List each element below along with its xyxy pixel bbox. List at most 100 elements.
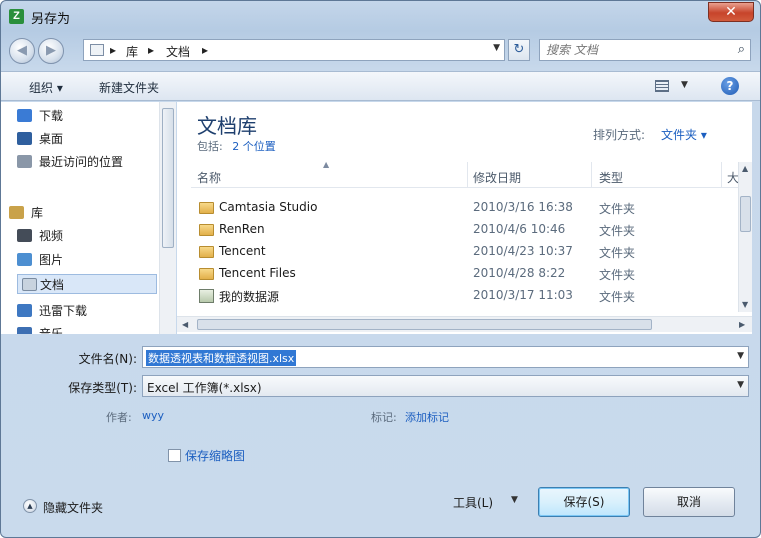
desktop-icon — [17, 132, 32, 145]
column-divider[interactable] — [467, 162, 468, 188]
music-icon — [17, 327, 32, 334]
file-date: 2010/4/28 8:22 — [473, 266, 566, 280]
file-type: 文件夹 — [599, 268, 636, 282]
sidebar-item-documents[interactable]: 文档 — [17, 274, 157, 294]
address-dropdown-icon[interactable]: ▼ — [493, 43, 500, 53]
file-list-horizontal-scrollbar[interactable]: ◀ ▶ — [177, 316, 752, 332]
sidebar-item-library[interactable]: 库 — [9, 203, 44, 223]
thunder-download-icon — [17, 304, 32, 317]
save-thumbnail-label[interactable]: 保存缩略图 — [185, 447, 245, 464]
sidebar-item-recent-places[interactable]: 最近访问的位置 — [17, 152, 124, 172]
file-name: 我的数据源 — [219, 290, 280, 304]
scroll-down-icon[interactable]: ▼ — [742, 300, 748, 309]
breadcrumb-arrow-icon[interactable]: ▸ — [110, 43, 116, 57]
file-date: 2010/4/23 10:37 — [473, 244, 573, 258]
save-thumbnail-checkbox[interactable] — [168, 449, 181, 462]
forward-button[interactable]: ▶ — [38, 38, 64, 64]
column-divider[interactable] — [591, 162, 592, 188]
column-divider[interactable] — [721, 162, 722, 188]
horizontal-scroll-thumb[interactable] — [197, 319, 652, 330]
organize-button[interactable]: 组织 ▾ — [29, 79, 63, 96]
folder-icon — [199, 246, 214, 258]
sidebar-item-thunder-download[interactable]: 迅雷下载 — [17, 301, 88, 321]
save-button[interactable]: 保存(S) — [538, 487, 630, 517]
collapse-arrow-icon[interactable]: ▲ — [23, 499, 37, 513]
table-row[interactable]: Camtasia Studio 2010/3/16 16:38 文件夹 — [191, 197, 731, 219]
close-button[interactable]: ✕ — [708, 2, 754, 22]
search-input[interactable] — [546, 42, 726, 58]
folder-icon — [199, 268, 214, 280]
help-icon[interactable]: ? — [721, 77, 739, 95]
table-row[interactable]: Tencent 2010/4/23 10:37 文件夹 — [191, 241, 731, 263]
sidebar-item-label: 库 — [31, 206, 44, 220]
view-options-icon[interactable] — [655, 80, 669, 92]
file-date: 2010/3/17 11:03 — [473, 288, 573, 302]
add-tags-link[interactable]: 添加标记 — [405, 409, 449, 425]
back-button[interactable]: ◀ — [9, 38, 35, 64]
refresh-button[interactable]: ↻ — [508, 39, 530, 61]
cancel-button[interactable]: 取消 — [643, 487, 735, 517]
breadcrumb-documents[interactable]: 文档 — [166, 43, 190, 60]
arrange-by-dropdown[interactable]: 文件夹 ▾ — [661, 126, 707, 143]
column-header-name[interactable]: 名称 — [197, 169, 221, 186]
author-value[interactable]: wyy — [142, 409, 164, 422]
folder-icon — [199, 224, 214, 236]
file-name: RenRen — [219, 222, 265, 236]
navigation-scrollbar[interactable] — [159, 102, 176, 334]
scroll-up-icon[interactable]: ▲ — [742, 164, 748, 173]
sidebar-item-label: 最近访问的位置 — [39, 155, 124, 169]
scroll-left-icon[interactable]: ◀ — [182, 320, 188, 329]
tools-dropdown-icon[interactable]: ▼ — [511, 495, 518, 505]
command-bar: 组织 ▾ 新建文件夹 ▼ ? — [1, 71, 760, 101]
library-title: 文档库 — [197, 114, 257, 138]
vertical-scroll-thumb[interactable] — [740, 196, 751, 232]
file-type: 文件夹 — [599, 224, 636, 238]
new-folder-button[interactable]: 新建文件夹 — [99, 79, 159, 96]
address-bar[interactable]: ▸ 库 ▸ 文档 ▸ ▼ — [83, 39, 505, 61]
sidebar-item-videos[interactable]: 视频 — [17, 226, 64, 246]
library-icon — [9, 206, 24, 219]
search-icon[interactable]: ⌕ — [738, 42, 745, 57]
tools-button[interactable]: 工具(L) — [453, 494, 493, 511]
sidebar-item-downloads[interactable]: 下载 — [17, 106, 63, 126]
column-header-type[interactable]: 类型 — [599, 169, 623, 186]
hide-folders-button[interactable]: 隐藏文件夹 — [43, 499, 103, 516]
sidebar-item-label: 视频 — [39, 229, 64, 243]
sidebar-item-label: 桌面 — [39, 132, 64, 146]
excel-app-icon: Z — [9, 9, 24, 24]
sidebar-item-desktop[interactable]: 桌面 — [17, 129, 64, 149]
library-includes: 包括: 2 个位置 — [197, 138, 276, 154]
sidebar-item-music[interactable]: 音乐 — [17, 324, 63, 334]
sort-ascending-icon: ▲ — [323, 160, 330, 169]
author-label: 作者: — [106, 411, 132, 424]
title-bar[interactable]: Z 另存为 ✕ — [1, 1, 760, 31]
filename-dropdown-icon[interactable]: ▼ — [737, 351, 744, 361]
locations-link[interactable]: 2 个位置 — [232, 140, 276, 153]
filename-value[interactable]: 数据透视表和数据透视图.xlsx — [146, 350, 297, 366]
library-breadcrumb-icon — [90, 44, 104, 56]
breadcrumb-arrow-icon[interactable]: ▸ — [148, 43, 154, 57]
save-type-value: Excel 工作簿(*.xlsx) — [147, 381, 262, 395]
search-box[interactable]: ⌕ — [539, 39, 751, 61]
filename-input[interactable]: 数据透视表和数据透视图.xlsx ▼ — [142, 346, 749, 368]
navigation-pane: 下载 桌面 最近访问的位置 库 视频 图片 文档 迅雷下载 音乐 — [1, 102, 176, 334]
save-type-dropdown-icon[interactable]: ▼ — [737, 380, 744, 390]
table-row[interactable]: Tencent Files 2010/4/28 8:22 文件夹 — [191, 263, 731, 285]
column-header-date[interactable]: 修改日期 — [473, 169, 521, 186]
sidebar-item-pictures[interactable]: 图片 — [17, 250, 63, 270]
table-row[interactable]: 我的数据源 2010/3/17 11:03 文件夹 — [191, 285, 731, 307]
breadcrumb-arrow-icon[interactable]: ▸ — [202, 43, 208, 57]
folder-icon — [199, 202, 214, 214]
file-list-vertical-scrollbar[interactable]: ▲ ▼ — [738, 162, 752, 312]
data-source-icon — [199, 289, 214, 303]
breadcrumb-library[interactable]: 库 — [126, 43, 138, 60]
sidebar-item-label: 迅雷下载 — [39, 304, 88, 318]
table-row[interactable]: RenRen 2010/4/6 10:46 文件夹 — [191, 219, 731, 241]
window-title: 另存为 — [31, 12, 71, 27]
save-type-select[interactable]: Excel 工作簿(*.xlsx) ▼ — [142, 375, 749, 397]
filename-label: 文件名(N): — [78, 352, 137, 366]
documents-icon — [22, 278, 37, 291]
navigation-scroll-thumb[interactable] — [162, 108, 174, 248]
view-dropdown-icon[interactable]: ▼ — [681, 80, 688, 90]
scroll-right-icon[interactable]: ▶ — [739, 320, 745, 329]
